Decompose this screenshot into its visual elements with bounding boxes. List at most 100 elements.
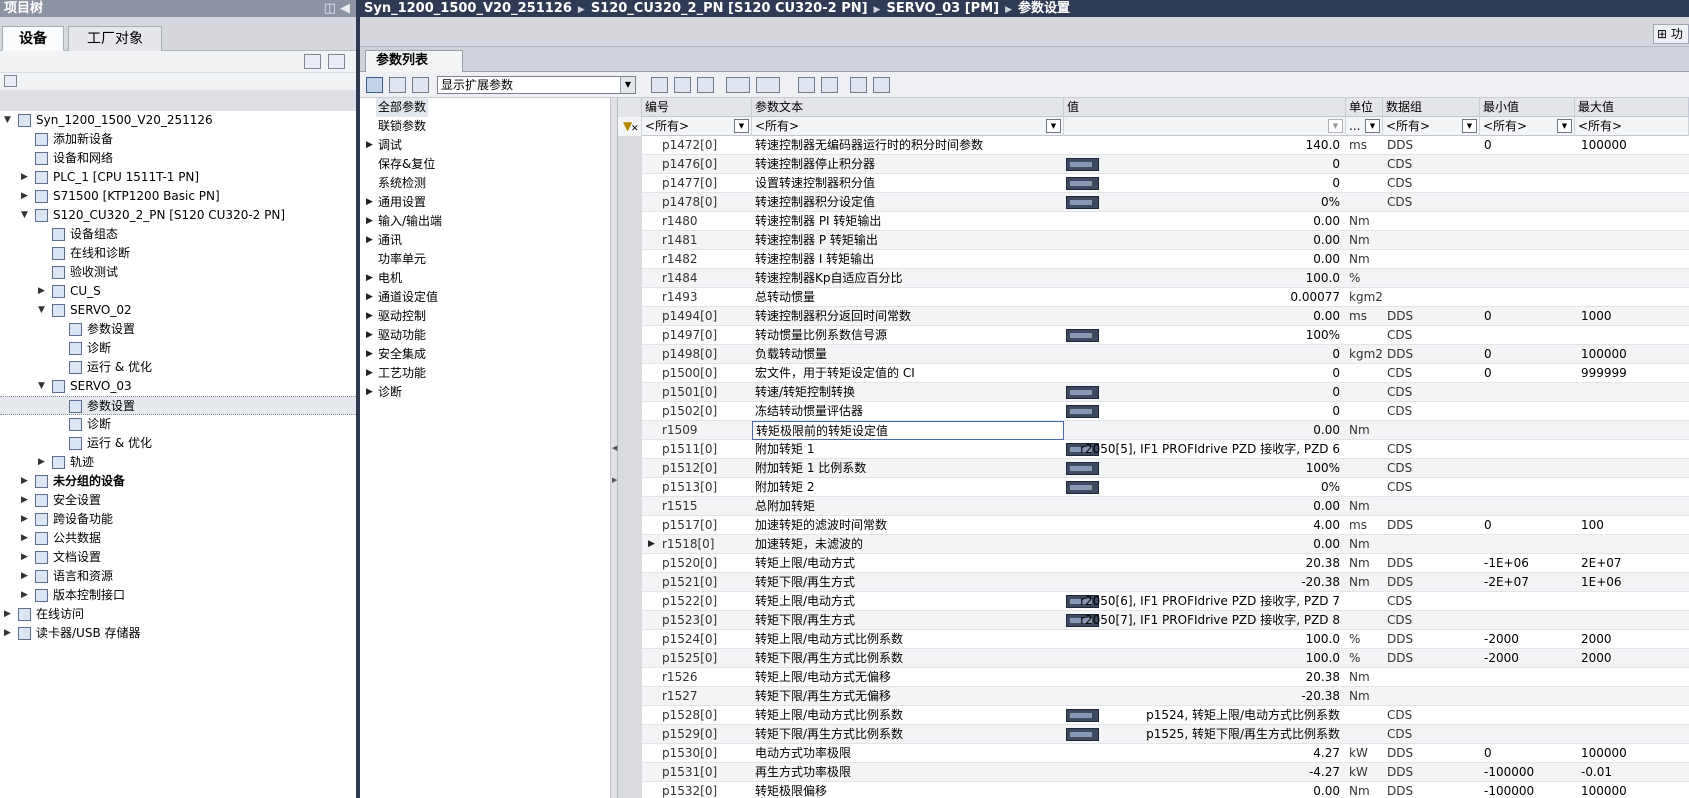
chevron-down-icon[interactable]: ▼ [1328,119,1343,133]
table-row[interactable]: p1498[0] 负载转动惯量 0 kgm2 DDS 0 100000 [618,345,1689,364]
split-view-icon[interactable] [366,77,383,93]
column-header-min[interactable]: 最小值 [1480,98,1575,117]
tree-item[interactable]: 参数设置 [0,320,356,339]
table-row[interactable]: ▶ r1518[0] 加速转矩，未滤波的 0.00 Nm [618,535,1689,554]
expanded-icon[interactable]: ▼ [38,301,48,320]
column-header-value[interactable]: 值 [1064,98,1346,117]
tree-item[interactable]: ▼ SERVO_03 [0,377,356,396]
view-mode-select[interactable]: 显示扩展参数 ▼ [437,76,636,94]
expanded-icon[interactable]: ▼ [38,377,48,396]
table-row[interactable]: p1517[0] 加速转矩的滤波时间常数 4.00 ms DDS 0 100 [618,516,1689,535]
table-row[interactable]: p1501[0] 转速/转矩控制转换 0 CDS [618,383,1689,402]
collapsed-icon[interactable]: ▶ [38,453,48,472]
tree-item[interactable]: 设备和网络 [0,149,356,168]
parameter-value[interactable]: 4.00 [1064,516,1346,535]
parameter-value[interactable]: 20.38 [1064,554,1346,573]
collapsed-icon[interactable]: ▶ [366,269,373,288]
parameter-value[interactable]: 0.00 [1064,535,1346,554]
table-row[interactable]: p1525[0] 转矩下限/再生方式比例系数 100.0% DDS -2000 2000 [618,649,1689,668]
parameter-value[interactable]: r2050[6], IF1 PROFIdrive PZD 接收字, PZD 7 [1064,592,1346,611]
tree-item[interactable]: 设备组态 [0,225,356,244]
parameter-value[interactable]: 0 [1064,155,1346,174]
parameter-value[interactable]: 0.00 [1064,421,1346,440]
collapsed-icon[interactable]: ▶ [21,586,31,605]
table-row[interactable]: r1493 总转动惯量 0.00077 kgm2 [618,288,1689,307]
tree-item[interactable]: 运行 & 优化 [0,358,356,377]
table-row[interactable]: p1520[0] 转矩上限/电动方式 20.38 Nm DDS -1E+06 2E+07 [618,554,1689,573]
tree-item[interactable]: ▶ 轨迹 [0,453,356,472]
network-icon[interactable] [328,54,345,69]
tab-plant-objects[interactable]: 工厂对象 [68,26,162,51]
collapsed-icon[interactable]: ▶ [366,288,373,307]
collapsed-icon[interactable]: ▶ [21,187,31,206]
interconnect-button-icon[interactable] [1066,386,1099,399]
interconnect-button-icon[interactable] [1066,177,1099,190]
tree-item[interactable]: 添加新设备 [0,130,356,149]
breadcrumb-item[interactable]: 参数设置 [1018,1,1070,16]
collapsed-icon[interactable]: ▶ [4,605,14,624]
filter-value[interactable]: ▼ [1064,117,1346,136]
chevron-down-icon[interactable]: ▼ [734,119,749,133]
tree-item[interactable]: 诊断 [0,339,356,358]
tree-item[interactable]: ▶ 未分组的设备 [0,472,356,491]
collapsed-icon[interactable]: ▶ [366,364,373,383]
table-row[interactable]: p1521[0] 转矩下限/再生方式 -20.38 Nm DDS -2E+07 1E+06 [618,573,1689,592]
tree-item[interactable]: ▶ 安全设置 [0,491,356,510]
table-row[interactable]: r1515 总附加转矩 0.00 Nm [618,497,1689,516]
tree-item[interactable]: ▼ S120_CU320_2_PN [S120 CU320-2 PN] [0,206,356,225]
grid-icon[interactable] [4,75,17,87]
table-row[interactable]: r1527 转矩下限/再生方式无偏移 -20.38 Nm [618,687,1689,706]
tree-item[interactable]: ▶ S71500 [KTP1200 Basic PN] [0,187,356,206]
table-row[interactable]: r1509 转矩极限前的转矩设定值 0.00 Nm [618,421,1689,440]
table-row[interactable]: p1528[0] 转矩上限/电动方式比例系数 p1524, 转矩上限/电动方式比例系… [618,706,1689,725]
tree-item[interactable]: ▶ 读卡器/USB 存储器 [0,624,356,643]
collapse-left-icon[interactable]: ◀ [612,444,617,452]
table-row[interactable]: p1522[0] 转矩上限/电动方式 r2050[6], IF1 PROFIdriv… [618,592,1689,611]
table-row[interactable]: r1484 转速控制器Kp自适应百分比 100.0% [618,269,1689,288]
parameter-value[interactable]: 0% [1064,193,1346,212]
table-row[interactable]: p1512[0] 附加转矩 1 比例系数 100% CDS [618,459,1689,478]
clear-filter-icon[interactable]: ▼ ✕ [618,117,642,136]
parameter-value[interactable]: 100% [1064,326,1346,345]
category-item[interactable]: ▶ 输入/输出端 [360,212,610,231]
parameter-value[interactable]: r2050[5], IF1 PROFIdrive PZD 接收字, PZD 6 [1064,440,1346,459]
breadcrumb-item[interactable]: Syn_1200_1500_V20_251126 [364,1,572,16]
category-item[interactable]: ▶ 电机 [360,269,610,288]
column-header-unit[interactable]: 单位 [1346,98,1383,117]
interconnect-button-icon[interactable] [1066,728,1099,741]
chevron-down-icon[interactable]: ▼ [1462,119,1477,133]
tree-item[interactable]: ▶ 公共数据 [0,529,356,548]
category-item[interactable]: ▶ 驱动功能 [360,326,610,345]
table-row[interactable]: p1500[0] 宏文件，用于转矩设定值的 CI 0 CDS 0 999999 [618,364,1689,383]
column-header-dataset[interactable]: 数据组 [1383,98,1480,117]
collapsed-icon[interactable]: ▶ [21,491,31,510]
collapsed-icon[interactable]: ▶ [366,383,373,402]
expanded-icon[interactable]: ▼ [4,111,14,130]
table-row[interactable]: r1480 转速控制器 PI 转矩输出 0.00 Nm [618,212,1689,231]
parameter-value[interactable]: 0.00 [1064,307,1346,326]
parameter-value[interactable]: -4.27 [1064,763,1346,782]
chevron-down-icon[interactable]: ▼ [620,77,635,93]
parameter-value[interactable]: 0.00 [1064,231,1346,250]
parameter-value[interactable]: p1524, 转矩上限/电动方式比例系数 [1064,706,1346,725]
download-icon[interactable] [756,77,780,93]
category-item[interactable]: ▶ 安全集成 [360,345,610,364]
table-row[interactable]: p1476[0] 转速控制器停止积分器 0 CDS [618,155,1689,174]
parameter-value[interactable]: 100.0 [1064,630,1346,649]
table-row[interactable]: p1472[0] 转速控制器无编码器运行时的积分时间参数 140.0 ms DDS 0 10… [618,136,1689,155]
collapsed-icon[interactable]: ▶ [21,472,31,491]
tree-item[interactable]: 验收测试 [0,263,356,282]
collapsed-icon[interactable]: ▶ [366,326,373,345]
parameter-value[interactable]: 100% [1064,459,1346,478]
table-row[interactable]: p1531[0] 再生方式功率极限 -4.27 kW DDS -100000 -0.01 [618,763,1689,782]
parameter-value[interactable]: 0.00077 [1064,288,1346,307]
collapsed-icon[interactable]: ▶ [366,345,373,364]
folder-view-icon[interactable] [389,77,406,93]
category-item[interactable]: 功率单元 [360,250,610,269]
collapsed-icon[interactable]: ▶ [366,307,373,326]
table-row[interactable]: p1511[0] 附加转矩 1 r2050[5], IF1 PROFIdrive P… [618,440,1689,459]
filter-number[interactable]: <所有> ▼ [642,117,752,136]
collapsed-icon[interactable]: ▶ [21,567,31,586]
table-row[interactable]: r1482 转速控制器 I 转矩输出 0.00 Nm [618,250,1689,269]
tab-devices[interactable]: 设备 [2,26,64,51]
